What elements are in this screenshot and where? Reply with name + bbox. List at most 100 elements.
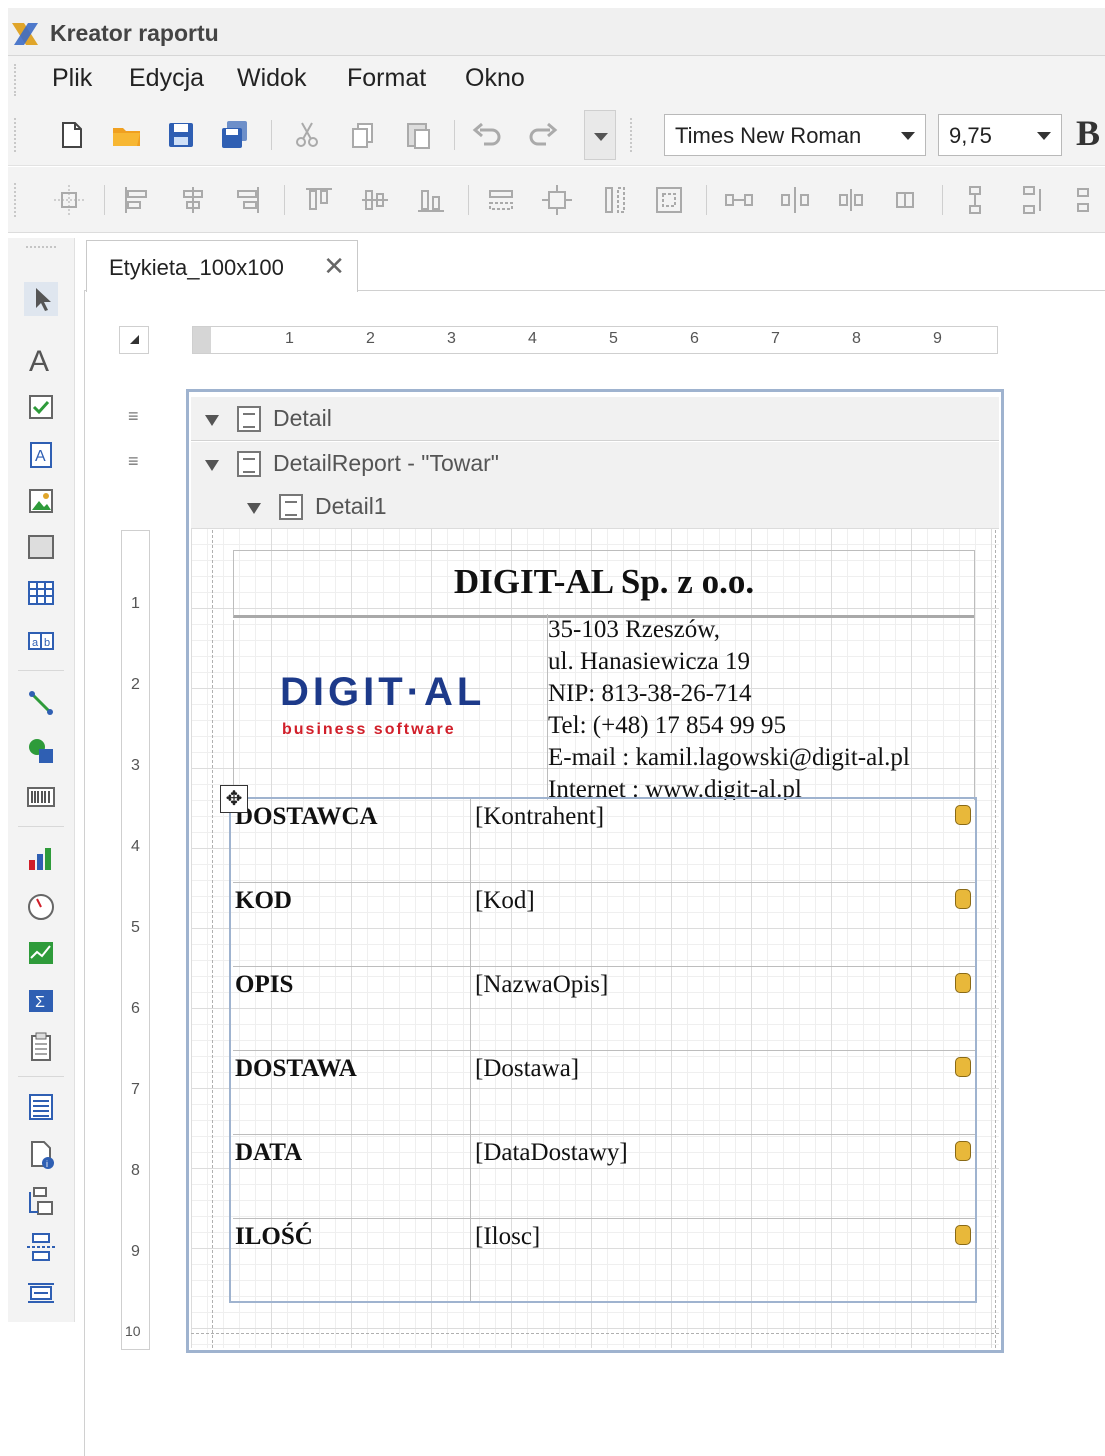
richtext-tool-icon[interactable]: A	[24, 438, 58, 472]
ruler-mark: 5	[609, 330, 618, 347]
save-all-icon[interactable]	[218, 118, 252, 152]
line-tool-icon[interactable]	[24, 686, 58, 720]
tab-etykieta[interactable]: Etykieta_100x100 ✕	[86, 240, 358, 292]
band-collapse-icon[interactable]: ≡	[128, 451, 139, 472]
horizontal-spacing-equal-icon[interactable]	[722, 183, 756, 217]
align-bottoms-icon[interactable]	[414, 183, 448, 217]
picture-tool-icon[interactable]	[24, 484, 58, 518]
gauge-tool-icon[interactable]	[24, 890, 58, 924]
row-key: DOSTAWCA	[235, 803, 378, 830]
database-icon[interactable]	[955, 889, 971, 909]
main-toolbar: Times New Roman 9,75 B	[8, 104, 1105, 166]
increase-horizontal-spacing-icon[interactable]	[778, 183, 812, 217]
menu-edycja[interactable]: Edycja	[129, 64, 204, 93]
ruler-mark: 7	[771, 330, 780, 347]
menu-plik[interactable]: Plik	[52, 64, 92, 93]
align-rights-icon[interactable]	[230, 183, 264, 217]
paste-icon[interactable]	[401, 118, 435, 152]
database-icon[interactable]	[955, 805, 971, 825]
svg-text:a: a	[32, 637, 39, 649]
redo-icon[interactable]	[526, 118, 560, 152]
cross-band-tool-icon[interactable]	[24, 1276, 58, 1310]
table-row[interactable]: DATA [DataDostawy]	[233, 1135, 975, 1219]
character-comb-tool-icon[interactable]: ab	[24, 624, 58, 658]
make-same-size-icon[interactable]	[652, 183, 686, 217]
checkbox-tool-icon[interactable]	[24, 390, 58, 424]
font-name-select[interactable]: Times New Roman	[664, 114, 926, 156]
table-row[interactable]: KOD [Kod]	[233, 883, 975, 967]
address-line: E-mail : kamil.lagowski@digit-al.pl	[548, 744, 910, 771]
chart-tool-icon[interactable]	[24, 842, 58, 876]
undo-icon[interactable]	[470, 118, 504, 152]
menu-okno[interactable]: Okno	[465, 64, 525, 93]
toolbar-separator	[271, 120, 272, 150]
increase-vertical-spacing-icon[interactable]	[1014, 183, 1048, 217]
band-label: Detail1	[315, 493, 387, 519]
menu-widok[interactable]: Widok	[237, 64, 306, 93]
table-row[interactable]: ILOŚĆ [Ilosc]	[233, 1219, 975, 1303]
align-lefts-icon[interactable]	[120, 183, 154, 217]
band-detail[interactable]: Detail	[191, 397, 999, 441]
cut-icon[interactable]	[290, 118, 324, 152]
shape-tool-icon[interactable]	[24, 734, 58, 768]
ruler-mark: 9	[131, 1243, 140, 1260]
chevron-down-icon[interactable]	[205, 460, 219, 471]
label-tool-icon[interactable]: A	[24, 342, 58, 376]
sparkline-tool-icon[interactable]	[24, 936, 58, 970]
table-tool-icon[interactable]	[24, 576, 58, 610]
font-size-select[interactable]: 9,75	[938, 114, 1062, 156]
ruler-corner-button[interactable]	[119, 326, 149, 354]
decrease-vertical-spacing-icon[interactable]	[1068, 183, 1102, 217]
summary-tool-icon[interactable]: Σ	[24, 984, 58, 1018]
chevron-down-icon[interactable]	[247, 503, 261, 514]
address-line: 35-103 Rzeszów,	[548, 616, 720, 643]
band-collapse-icon[interactable]: ≡	[128, 406, 139, 427]
barcode-tool-icon[interactable]	[24, 780, 58, 814]
database-icon[interactable]	[955, 1141, 971, 1161]
vertical-spacing-equal-icon[interactable]	[958, 183, 992, 217]
bold-button[interactable]: B	[1076, 112, 1100, 154]
company-address-box[interactable]: 35-103 Rzeszów, ul. Hanasiewicza 19 NIP:…	[547, 614, 975, 800]
svg-text:i: i	[46, 1159, 48, 1169]
make-same-width-icon[interactable]	[484, 183, 518, 217]
menu-format[interactable]: Format	[347, 64, 426, 93]
clipboard-tool-icon[interactable]	[24, 1030, 58, 1064]
move-handle-icon[interactable]: ✥	[220, 785, 248, 813]
grip-handle	[630, 118, 636, 152]
align-to-grid-icon[interactable]	[52, 183, 86, 217]
align-tops-icon[interactable]	[302, 183, 336, 217]
page-info-tool-icon[interactable]: i	[24, 1138, 58, 1172]
band-label: Detail	[273, 405, 332, 431]
new-document-icon[interactable]	[54, 118, 88, 152]
table-of-contents-tool-icon[interactable]	[24, 1090, 58, 1124]
copy-icon[interactable]	[346, 118, 380, 152]
panel-tool-icon[interactable]	[24, 530, 58, 564]
table-row[interactable]: DOSTAWA [Dostawa]	[233, 1051, 975, 1135]
align-middles-icon[interactable]	[358, 183, 392, 217]
table-row[interactable]: DOSTAWCA [Kontrahent]	[233, 799, 975, 883]
database-icon[interactable]	[955, 1225, 971, 1245]
address-line: Tel: (+48) 17 854 99 95	[548, 712, 787, 739]
size-to-grid-icon[interactable]	[540, 183, 574, 217]
make-same-height-icon[interactable]	[598, 183, 632, 217]
toolbar-dropdown-icon[interactable]	[584, 110, 616, 160]
database-icon[interactable]	[955, 1057, 971, 1077]
open-folder-icon[interactable]	[110, 118, 144, 152]
page-break-tool-icon[interactable]	[24, 1230, 58, 1264]
table-row[interactable]: OPIS [NazwaOpis]	[233, 967, 975, 1051]
toolbar-separator	[468, 185, 469, 215]
band-detail1[interactable]: Detail1	[191, 485, 999, 529]
tab-label: Etykieta_100x100	[109, 255, 284, 280]
row-key: DATA	[235, 1139, 303, 1166]
decrease-horizontal-spacing-icon[interactable]	[834, 183, 868, 217]
band-icon	[279, 494, 303, 520]
band-detail-report[interactable]: DetailReport - "Towar"	[191, 442, 999, 486]
close-icon[interactable]: ✕	[323, 251, 345, 282]
remove-horizontal-spacing-icon[interactable]	[888, 183, 922, 217]
database-icon[interactable]	[955, 973, 971, 993]
save-icon[interactable]	[164, 118, 198, 152]
align-centers-icon[interactable]	[176, 183, 210, 217]
pointer-icon[interactable]	[24, 282, 58, 316]
subreport-tool-icon[interactable]	[24, 1184, 58, 1218]
chevron-down-icon[interactable]	[205, 415, 219, 426]
